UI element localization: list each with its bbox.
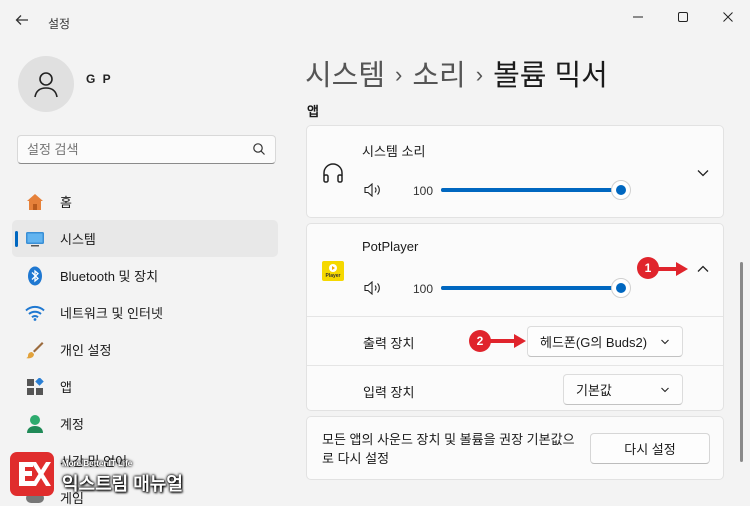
sidebar-item-label: 계정 [60, 417, 84, 432]
sidebar-item-personalization[interactable]: 개인 설정 [12, 331, 278, 368]
input-device-label: 입력 장치 [363, 385, 415, 400]
sidebar-item-label: 시스템 [60, 232, 96, 247]
annotation-arrow-1 [658, 262, 688, 276]
sidebar-item-apps[interactable]: 앱 [12, 368, 278, 405]
speaker-icon[interactable] [364, 281, 382, 295]
annotation-badge-1: 1 [637, 257, 659, 279]
system-sound-card: 시스템 소리 100 [306, 125, 724, 218]
brand-tagline: More Better IT Life [62, 459, 133, 468]
profile-name: G P [86, 72, 113, 86]
chevron-up-icon[interactable] [696, 262, 710, 276]
volume-slider[interactable] [441, 180, 631, 200]
search-box[interactable] [17, 135, 276, 164]
close-button[interactable] [714, 8, 742, 28]
volume-value: 100 [413, 282, 434, 296]
user-icon [34, 72, 58, 98]
chevron-down-icon [661, 339, 669, 345]
sidebar-item-label: 개인 설정 [60, 343, 112, 358]
home-icon [24, 191, 46, 213]
reset-button[interactable]: 다시 설정 [590, 433, 710, 464]
volume-value: 100 [413, 184, 434, 198]
apps-icon [24, 376, 46, 398]
brand-logo [10, 452, 54, 496]
slider-fill [441, 188, 621, 192]
maximize-icon [678, 12, 688, 22]
page-title: 볼륨 믹서 [493, 60, 608, 92]
annotation-badge-2: 2 [469, 330, 491, 352]
potplayer-icon-label: Player [325, 273, 341, 279]
output-device-value: 헤드폰(G의 Buds2) [540, 335, 648, 350]
brush-icon [24, 339, 46, 361]
close-icon [723, 12, 733, 22]
breadcrumb: 시스템 › 소리 › 볼륨 믹서 [305, 52, 608, 94]
breadcrumb-separator: › [395, 62, 403, 87]
potplayer-card: Player PotPlayer 100 출력 장치 헤드폰(G의 Buds2)… [306, 223, 724, 411]
back-button[interactable] [14, 12, 34, 32]
input-device-value: 기본값 [576, 383, 612, 398]
wifi-icon [24, 302, 46, 324]
breadcrumb-sound[interactable]: 소리 [412, 60, 465, 92]
slider-thumb[interactable] [611, 180, 631, 200]
potplayer-name: PotPlayer [362, 239, 419, 254]
scrollbar[interactable] [740, 262, 743, 462]
watermark: More Better IT Life 익스트림 매뉴얼 [10, 452, 250, 498]
sidebar-item-label: 홈 [60, 195, 72, 210]
breadcrumb-system[interactable]: 시스템 [305, 60, 385, 92]
arrow-left-icon [15, 15, 28, 25]
breadcrumb-separator: › [475, 62, 484, 87]
bluetooth-icon [24, 265, 46, 287]
input-device-dropdown[interactable]: 기본값 [563, 374, 683, 405]
section-label-apps: 앱 [307, 104, 319, 119]
search-icon [253, 143, 265, 155]
sidebar-item-label: 네트워크 및 인터넷 [60, 306, 163, 321]
reset-description: 모든 앱의 사운드 장치 및 볼륨을 권장 기본값으로 다시 설정 [322, 432, 575, 466]
app-title: 설정 [48, 17, 71, 31]
maximize-button[interactable] [669, 8, 697, 28]
avatar[interactable] [18, 56, 74, 112]
title-bar: 설정 [0, 0, 750, 40]
sidebar-item-label: Bluetooth 및 장치 [60, 269, 159, 284]
divider [307, 365, 723, 366]
minimize-button[interactable] [624, 8, 652, 28]
minimize-icon [633, 16, 643, 18]
slider-fill [441, 286, 621, 290]
slider-thumb[interactable] [611, 278, 631, 298]
sidebar-item-label: 앱 [60, 380, 72, 395]
sidebar-item-system[interactable]: 시스템 [12, 220, 278, 257]
headphones-icon [323, 163, 343, 183]
sidebar-item-home[interactable]: 홈 [12, 183, 278, 220]
chevron-down-icon[interactable] [696, 166, 710, 180]
reset-card: 모든 앱의 사운드 장치 및 볼륨을 권장 기본값으로 다시 설정 다시 설정 [306, 416, 724, 480]
sidebar-item-accounts[interactable]: 계정 [12, 405, 278, 442]
brand-name: 익스트림 매뉴얼 [62, 474, 183, 494]
system-sound-name: 시스템 소리 [362, 144, 426, 159]
chevron-down-icon [661, 387, 669, 393]
volume-slider[interactable] [441, 278, 631, 298]
search-input[interactable] [27, 142, 247, 157]
sidebar-item-bluetooth[interactable]: Bluetooth 및 장치 [12, 257, 278, 294]
output-device-dropdown[interactable]: 헤드폰(G의 Buds2) [527, 326, 683, 357]
potplayer-icon: Player [322, 261, 344, 281]
account-icon [24, 413, 46, 435]
speaker-icon[interactable] [364, 183, 382, 197]
divider [307, 316, 723, 317]
output-device-label: 출력 장치 [363, 336, 415, 351]
monitor-icon [24, 228, 46, 250]
sidebar-item-network[interactable]: 네트워크 및 인터넷 [12, 294, 278, 331]
annotation-arrow-2 [490, 334, 526, 348]
